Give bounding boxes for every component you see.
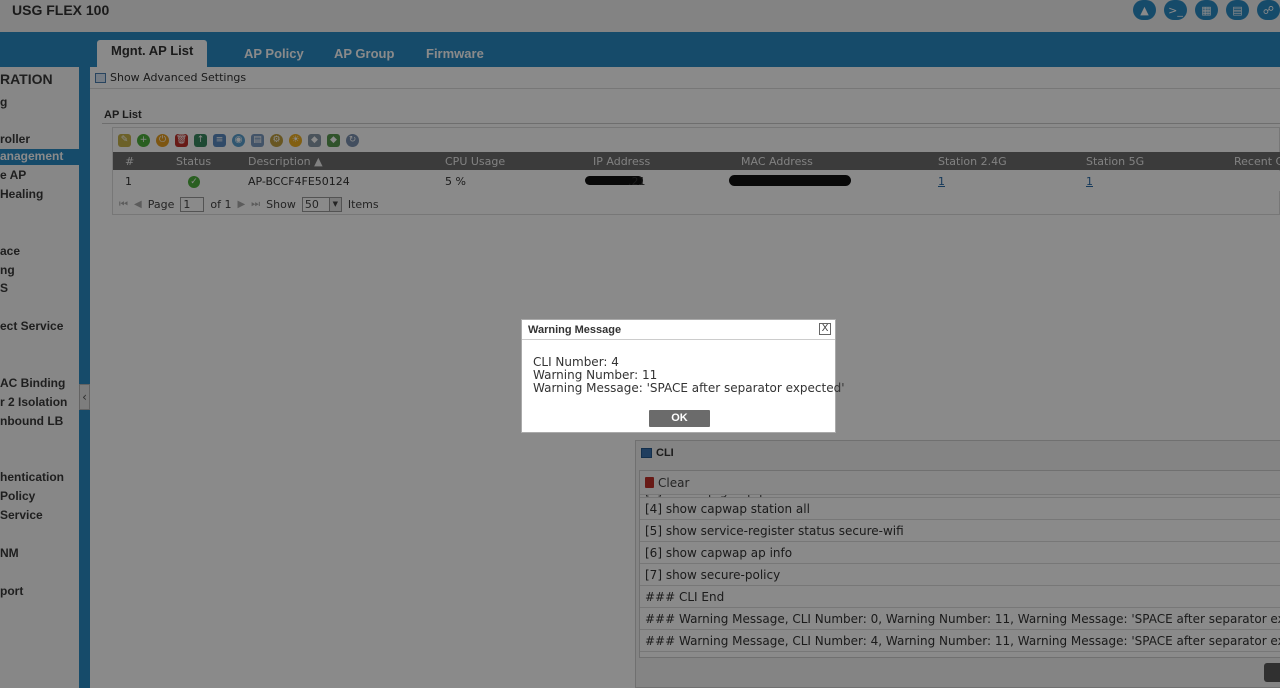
dialog-title: Warning Message <box>528 324 622 336</box>
close-icon[interactable]: X <box>819 323 831 335</box>
ok-button[interactable]: OK <box>649 410 710 427</box>
warning-number-text: Warning Number: 11 <box>533 368 658 382</box>
cli-number-text: CLI Number: 4 <box>533 355 619 369</box>
divider <box>522 339 835 340</box>
warning-message-text: Warning Message: 'SPACE after separator … <box>533 381 845 395</box>
warning-dialog: Warning Message X CLI Number: 4 Warning … <box>521 319 845 433</box>
